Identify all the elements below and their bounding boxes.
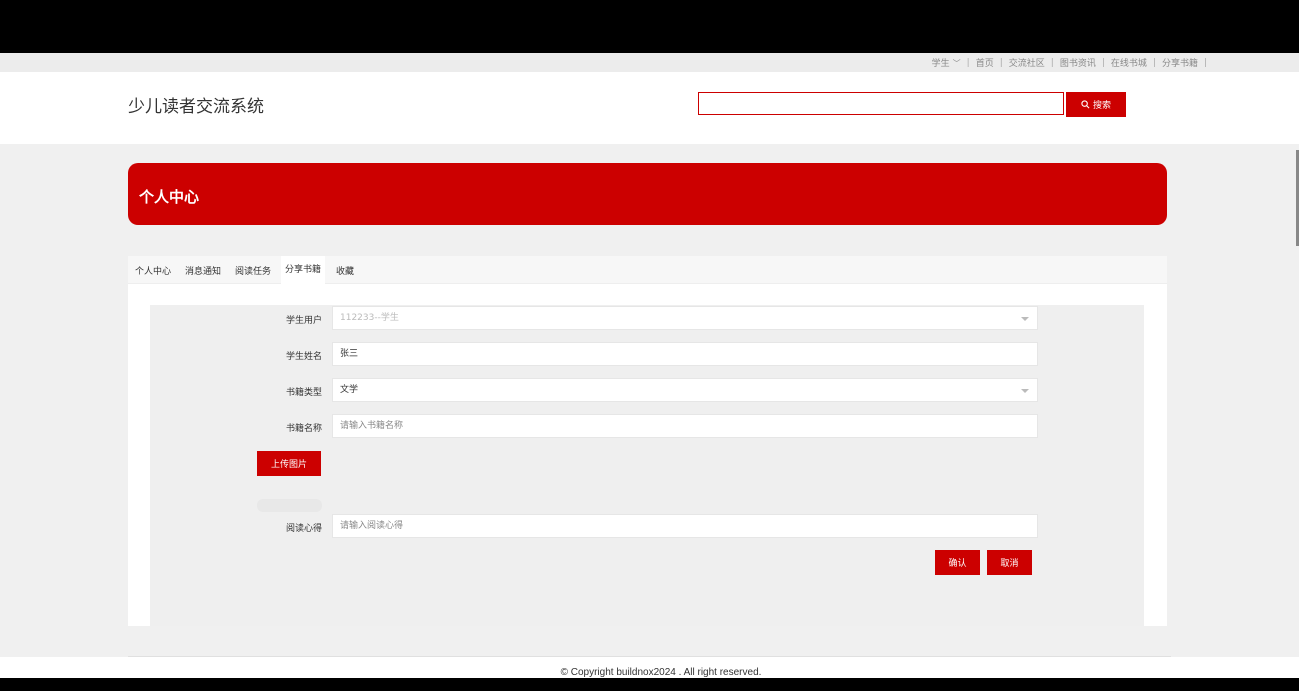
separator: | [999, 57, 1003, 68]
reading-notes-field[interactable]: 请输入阅读心得 [332, 514, 1038, 538]
cancel-button[interactable]: 取消 [987, 550, 1032, 575]
book-type-label: 书籍类型 [285, 388, 322, 398]
tab-reading-tasks[interactable]: 阅读任务 [235, 264, 271, 277]
tab-personal-center[interactable]: 个人中心 [135, 264, 171, 277]
dropdown-arrow-icon [1021, 389, 1029, 393]
nav-link-community[interactable]: 交流社区 [1009, 56, 1045, 69]
separator: | [1050, 57, 1054, 68]
separator: | [966, 57, 970, 68]
page-title: 个人中心 [139, 188, 200, 206]
student-user-value: 112233--学生 [340, 313, 399, 323]
nav-link-book-news[interactable]: 图书资讯 [1060, 56, 1096, 69]
header: 少儿读者交流系统 搜索 [0, 72, 1299, 144]
book-name-label: 书籍名称 [285, 424, 322, 434]
search-button-label: 搜索 [1092, 101, 1111, 111]
tab-bar: 个人中心 消息通知 阅读任务 分享书籍 收藏 [128, 256, 1167, 284]
student-name-field[interactable]: 张三 [332, 342, 1038, 366]
tab-favorites[interactable]: 收藏 [336, 264, 354, 277]
top-nav: 学生 ﹀ | 首页 | 交流社区 | 图书资讯 | 在线书城 | 分享书籍 | [932, 56, 1213, 70]
image-preview-placeholder [257, 499, 322, 512]
student-user-select[interactable]: 112233--学生 [332, 306, 1038, 330]
tab-share-books[interactable]: 分享书籍 [281, 256, 326, 284]
search-input[interactable] [698, 92, 1064, 115]
page: 学生 ﹀ | 首页 | 交流社区 | 图书资讯 | 在线书城 | 分享书籍 | 少… [0, 53, 1299, 678]
reading-notes-placeholder: 请输入阅读心得 [340, 521, 404, 531]
separator: | [1203, 57, 1207, 68]
separator: | [1152, 57, 1156, 68]
search-button[interactable]: 搜索 [1066, 92, 1126, 117]
dropdown-arrow-icon [1021, 317, 1029, 321]
nav-link-home[interactable]: 首页 [976, 56, 994, 69]
nav-link-share-books[interactable]: 分享书籍 [1162, 56, 1198, 69]
user-menu[interactable]: 学生 ﹀ [932, 56, 961, 69]
user-menu-label: 学生 [931, 59, 950, 69]
book-name-placeholder: 请输入书籍名称 [340, 421, 404, 431]
student-name-label: 学生姓名 [285, 352, 322, 362]
student-name-value: 张三 [340, 349, 359, 359]
book-type-select[interactable]: 文学 [332, 378, 1038, 402]
chevron-down-icon: ﹀ [952, 59, 961, 68]
student-user-label: 学生用户 [285, 316, 322, 326]
top-bar: 学生 ﹀ | 首页 | 交流社区 | 图书资讯 | 在线书城 | 分享书籍 | [0, 53, 1299, 72]
upload-image-button[interactable]: 上传图片 [257, 451, 321, 476]
copyright-text: © Copyright buildnox2024 . All right res… [560, 667, 762, 678]
search-icon [1081, 100, 1090, 109]
confirm-button[interactable]: 确认 [935, 550, 980, 575]
reading-notes-label: 阅读心得 [285, 524, 322, 534]
site-logo: 少儿读者交流系统 [128, 97, 264, 117]
share-book-form: 学生用户 112233--学生 学生姓名 张三 书籍类型 文学 书籍名称 请输入… [150, 305, 1144, 626]
book-name-field[interactable]: 请输入书籍名称 [332, 414, 1038, 438]
personal-center-banner: 个人中心 [128, 163, 1167, 225]
nav-link-bookstore[interactable]: 在线书城 [1111, 56, 1147, 69]
content-card: 个人中心 消息通知 阅读任务 分享书籍 收藏 学生用户 112233--学生 学… [128, 256, 1167, 626]
separator: | [1101, 57, 1105, 68]
tab-notifications[interactable]: 消息通知 [185, 264, 221, 277]
book-type-value: 文学 [340, 385, 359, 395]
